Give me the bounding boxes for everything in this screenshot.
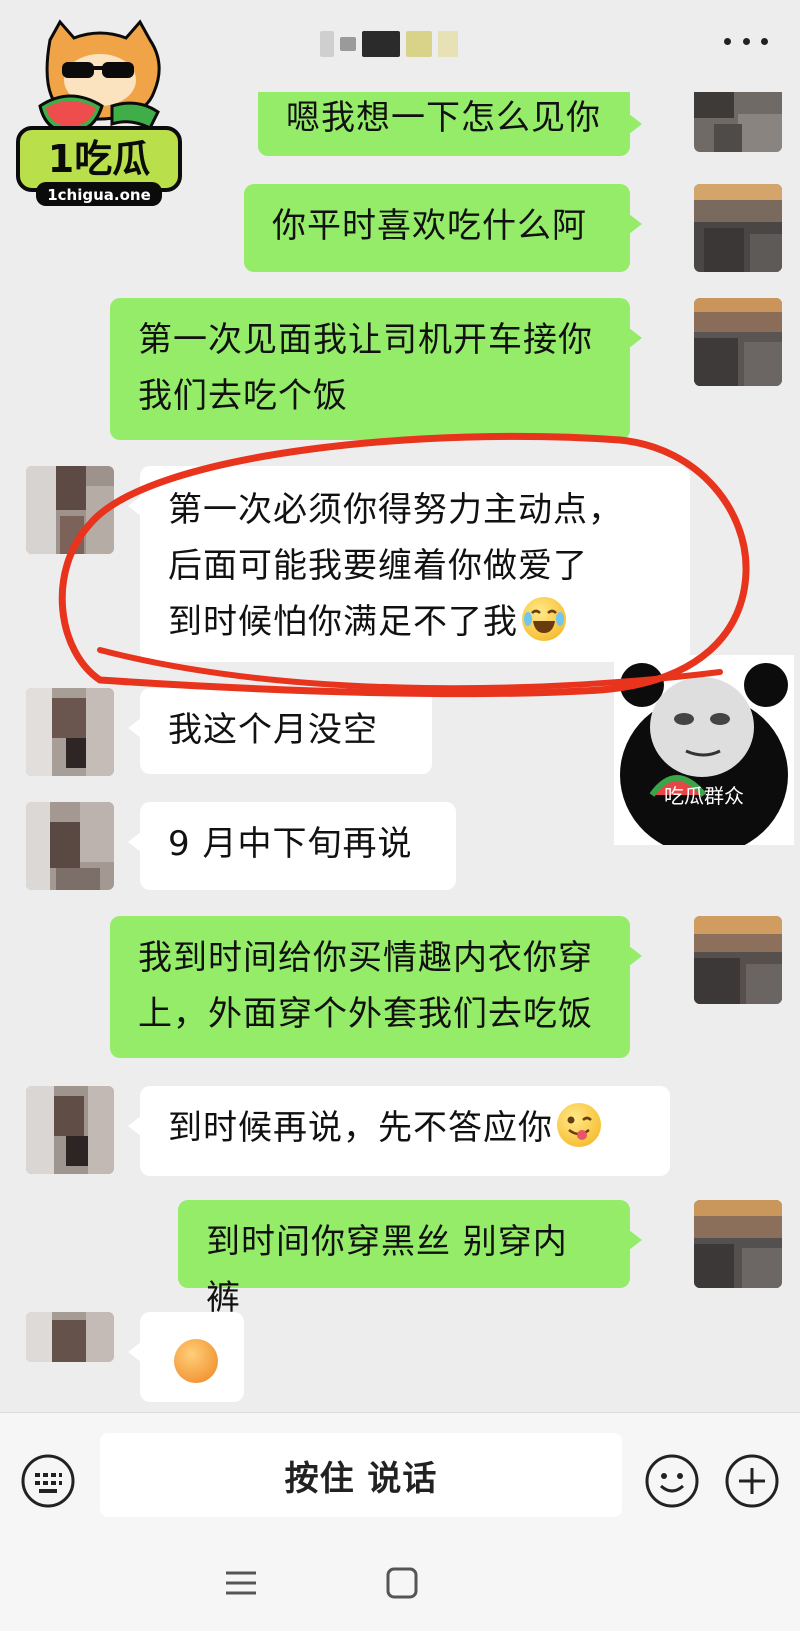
contact-avatar[interactable]	[26, 466, 114, 554]
sent-message[interactable]: 到时间你穿黑丝 别穿内裤	[178, 1200, 642, 1318]
message-text-line: 上，外面穿个外套我们去吃饭	[138, 994, 593, 1034]
chat-messages[interactable]: 嗯我想一下怎么见你 你平时喜欢吃什么阿 第一次见面我让司机开车接你 我们去吃个饭…	[0, 92, 800, 1412]
tears-of-joy-emoji	[522, 597, 566, 641]
received-message[interactable]	[128, 1312, 244, 1402]
menu-icon[interactable]	[224, 1570, 258, 1596]
received-message[interactable]: 9 月中下旬再说	[128, 802, 456, 890]
message-text-line: 我到时间给你买情趣内衣你穿	[138, 938, 593, 978]
message-text: 嗯我想一下怎么见你	[286, 98, 601, 138]
my-avatar[interactable]	[694, 1200, 782, 1288]
contact-avatar[interactable]	[26, 1312, 114, 1362]
keyboard-icon[interactable]	[20, 1453, 76, 1509]
watermark-domain: 1chigua.one	[47, 186, 151, 204]
panda-meme-sticker[interactable]: 吃瓜群众	[614, 655, 794, 855]
message-text: 到时候再说，先不答应你	[168, 1108, 553, 1148]
sent-message[interactable]: 你平时喜欢吃什么阿	[244, 184, 642, 272]
contact-avatar[interactable]	[26, 802, 114, 890]
watermark-brand: 1吃瓜	[48, 137, 150, 181]
received-message[interactable]: 第一次必须你得努力主动点， 后面可能我要缠着你做爱了 到时候怕你满足不了我	[128, 466, 690, 662]
message-text: 我这个月没空	[168, 710, 378, 750]
received-message[interactable]: 到时候再说，先不答应你	[128, 1086, 670, 1176]
plus-icon[interactable]	[724, 1453, 780, 1509]
message-text-line: 我们去吃个饭	[138, 376, 348, 416]
message-text-line: 后面可能我要缠着你做爱了	[168, 546, 588, 586]
contact-avatar[interactable]	[26, 688, 114, 776]
my-avatar[interactable]	[694, 184, 782, 272]
contact-avatar[interactable]	[26, 1086, 114, 1174]
my-avatar[interactable]	[694, 92, 782, 152]
message-text-line: 到时候怕你满足不了我	[168, 602, 518, 642]
sent-message[interactable]: 我到时间给你买情趣内衣你穿 上，外面穿个外套我们去吃饭	[110, 916, 642, 1058]
contact-name-blurred	[320, 24, 490, 64]
received-message[interactable]: 我这个月没空	[128, 688, 432, 774]
message-row: 我到时间给你买情趣内衣你穿 上，外面穿个外套我们去吃饭	[0, 916, 800, 1066]
message-text-line: 第一次必须你得努力主动点，	[168, 490, 623, 530]
message-row: 到时间你穿黑丝 别穿内裤	[0, 1200, 800, 1318]
sent-message[interactable]: 第一次见面我让司机开车接你 我们去吃个饭	[110, 298, 642, 440]
site-watermark-logo: 1吃瓜 1chigua.one	[10, 10, 188, 210]
my-avatar[interactable]	[694, 916, 782, 1004]
message-row: 第一次必须你得努力主动点， 后面可能我要缠着你做爱了 到时候怕你满足不了我	[0, 466, 800, 662]
message-text: 到时间你穿黑丝 别穿内裤	[206, 1222, 568, 1318]
sweat-emoji	[174, 1339, 218, 1383]
winking-tongue-emoji	[557, 1103, 601, 1147]
message-row	[0, 1312, 800, 1412]
hold-to-talk-button[interactable]: 按住 说话	[100, 1433, 622, 1517]
chat-input-bar: 按住 说话	[0, 1412, 800, 1530]
message-text: 你平时喜欢吃什么阿	[272, 206, 587, 246]
home-square-icon[interactable]	[385, 1566, 419, 1600]
message-row: 到时候再说，先不答应你	[0, 1086, 800, 1178]
message-text-line: 第一次见面我让司机开车接你	[138, 320, 593, 360]
my-avatar[interactable]	[694, 298, 782, 386]
message-text: 9 月中下旬再说	[168, 824, 413, 864]
emoji-face-icon[interactable]	[644, 1453, 700, 1509]
system-nav-bar	[0, 1530, 800, 1631]
sent-message[interactable]: 嗯我想一下怎么见你	[258, 92, 642, 156]
sticker-caption: 吃瓜群众	[664, 784, 744, 808]
more-dots-icon[interactable]	[724, 26, 768, 56]
message-row: 第一次见面我让司机开车接你 我们去吃个饭	[0, 298, 800, 448]
